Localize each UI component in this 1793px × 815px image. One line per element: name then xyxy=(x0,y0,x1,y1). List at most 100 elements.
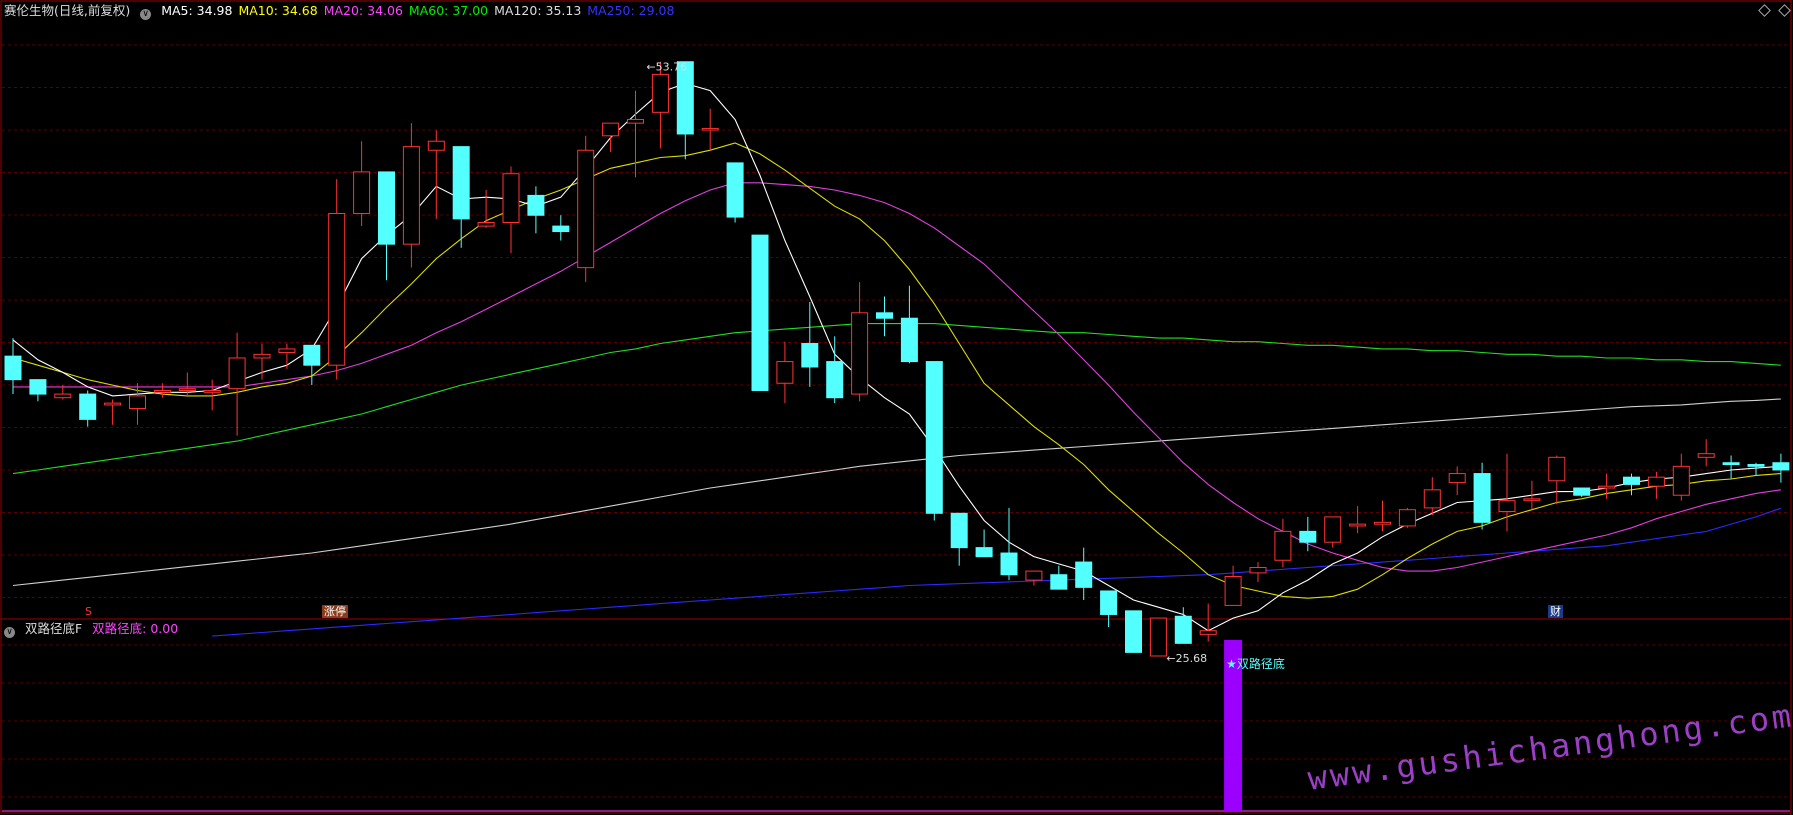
candle xyxy=(1199,603,1217,642)
main-panel-header: 赛伦生物(日线,前复权) ∨ MA5: 34.98 MA10: 34.68 MA20… xyxy=(4,3,686,20)
candle xyxy=(925,361,943,521)
sub-panel-header: ∨ 双路径底F 双路径底: 0.00 xyxy=(4,621,184,638)
candle-body xyxy=(278,348,296,354)
candle xyxy=(1697,439,1715,467)
candle-body xyxy=(303,344,321,366)
ma10-line xyxy=(12,142,1781,599)
candle-body xyxy=(4,355,22,381)
candle-body xyxy=(1174,615,1192,644)
ma250-line xyxy=(212,507,1782,637)
event-marker: S xyxy=(85,605,92,618)
ma-legend-item: MA5: 34.98 xyxy=(161,3,233,18)
candle-body xyxy=(1025,570,1043,581)
candle xyxy=(303,344,321,386)
signal-label: ★双路径底 xyxy=(1226,656,1285,671)
candle xyxy=(328,179,346,380)
chart-canvas: ←53.76 ←25.68 ★双路径底 xyxy=(0,0,1792,815)
collapse-toggle-icon[interactable]: ∨ xyxy=(4,627,15,638)
candle-body xyxy=(801,343,819,368)
candle-body xyxy=(178,388,196,391)
candle-body xyxy=(826,361,844,399)
candle xyxy=(1722,455,1740,479)
candle-body xyxy=(253,353,271,359)
candle-body xyxy=(1149,617,1167,657)
candle-body xyxy=(751,234,769,391)
candle-body xyxy=(1448,473,1466,484)
candle-body xyxy=(1125,610,1142,653)
candle xyxy=(1647,471,1665,499)
candle xyxy=(4,338,22,395)
candle xyxy=(950,512,968,566)
candle xyxy=(751,234,769,391)
main-panel-title: 赛伦生物(日线,前复权) xyxy=(4,3,131,18)
ma-legend: MA5: 34.98 MA10: 34.68 MA20: 34.06 MA60: 37… xyxy=(161,3,680,18)
candle xyxy=(477,189,495,228)
main-panel-grid xyxy=(2,44,1790,598)
candle-body xyxy=(602,122,620,137)
candle xyxy=(1000,507,1018,581)
candle-body xyxy=(1324,516,1342,543)
candle-body xyxy=(1672,465,1690,496)
candle-body xyxy=(1523,498,1541,501)
ma-legend-item: MA10: 34.68 xyxy=(238,3,318,18)
ma-legend-item: MA20: 34.06 xyxy=(323,3,403,18)
collapse-toggle-icon[interactable]: ∨ xyxy=(140,9,152,20)
candle xyxy=(1473,462,1491,530)
candle-body xyxy=(1598,485,1616,489)
candle-body xyxy=(627,119,644,124)
candle-body xyxy=(701,128,719,131)
candle-body xyxy=(726,162,744,218)
candle xyxy=(1274,518,1292,568)
candle-body xyxy=(54,393,72,399)
candle xyxy=(1498,453,1516,532)
candle xyxy=(1100,590,1118,628)
candle xyxy=(153,383,171,398)
candle xyxy=(79,390,97,427)
candle-body xyxy=(651,73,669,113)
candle xyxy=(1374,500,1391,532)
candle-body xyxy=(79,393,97,420)
candle xyxy=(801,301,819,387)
candle-body xyxy=(851,312,869,395)
candle xyxy=(1149,617,1167,657)
candle xyxy=(228,332,246,436)
main-panel-frame xyxy=(0,0,1792,620)
candle xyxy=(1224,565,1242,606)
moving-average-lines xyxy=(12,82,1782,637)
candle xyxy=(1523,480,1541,510)
candle-body xyxy=(1274,530,1292,561)
candle-body xyxy=(1349,523,1367,527)
candle-body xyxy=(353,171,371,214)
candle-body xyxy=(1623,476,1640,485)
candle xyxy=(29,379,47,402)
candle xyxy=(378,171,395,281)
ma-legend-item: MA60: 37.00 xyxy=(408,3,489,18)
sub-panel-grid xyxy=(2,644,1790,798)
candle-body xyxy=(328,212,346,366)
candle-body xyxy=(1647,476,1665,487)
ma5-line xyxy=(12,82,1781,632)
candle-body xyxy=(1747,464,1765,467)
candle xyxy=(1672,453,1690,501)
candle-body xyxy=(900,317,918,363)
candle-body xyxy=(1374,521,1391,525)
ma120-line xyxy=(12,398,1781,587)
candle xyxy=(1050,565,1068,590)
candle xyxy=(1423,477,1441,516)
candle xyxy=(1324,516,1342,548)
candle xyxy=(1772,453,1790,483)
candle xyxy=(826,336,844,404)
candle-body xyxy=(203,389,221,393)
candle xyxy=(1025,570,1043,586)
candle xyxy=(975,529,993,558)
candle-body xyxy=(1423,489,1441,509)
candle xyxy=(353,141,371,227)
candle-body xyxy=(1473,473,1491,523)
low-price-marker: ←25.68 xyxy=(1166,652,1207,665)
candle-body xyxy=(1697,453,1715,458)
candle-body xyxy=(1249,566,1267,574)
candle-body xyxy=(1224,576,1242,606)
candle-body xyxy=(502,173,520,223)
high-price-marker: ←53.76 xyxy=(646,61,687,74)
candlestick-series xyxy=(4,61,1790,657)
